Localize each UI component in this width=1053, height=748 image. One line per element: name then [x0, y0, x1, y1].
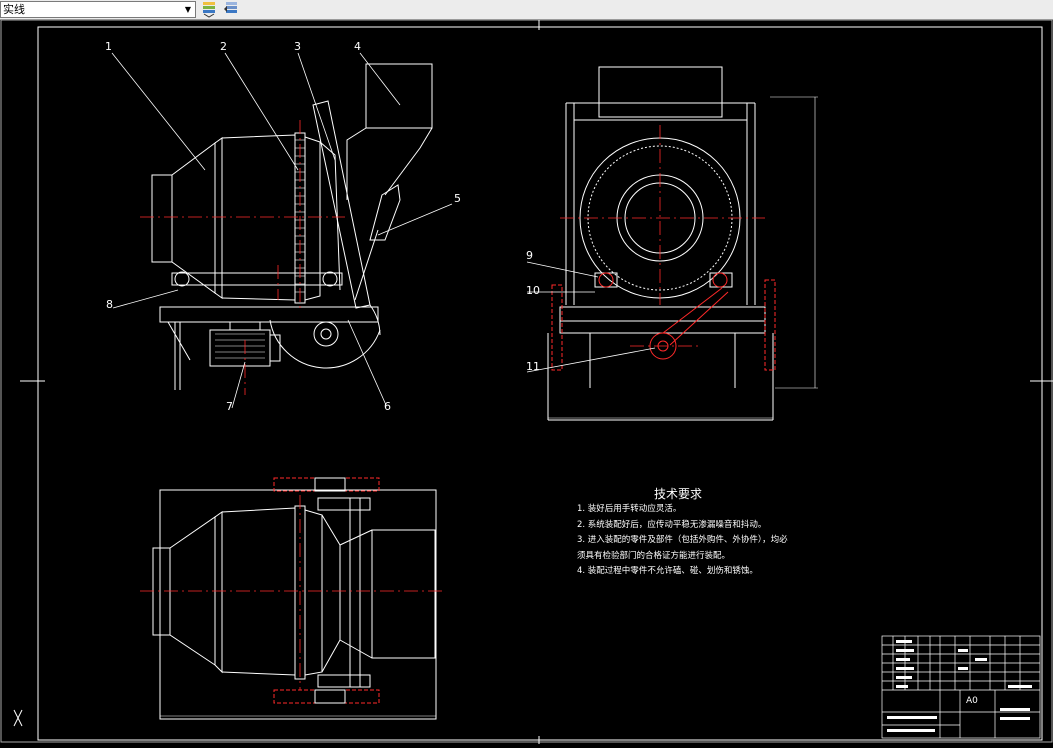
- sheet-inner-border: [37, 26, 1043, 741]
- balloon-4: 4: [354, 40, 361, 53]
- balloon-5: 5: [454, 192, 461, 205]
- ucs-icon: [13, 709, 23, 727]
- balloon-2: 2: [220, 40, 227, 53]
- requirement-item: 2. 系统装配好后，应传动平稳无渗漏噪音和抖动。: [577, 519, 767, 530]
- balloon-labels: 1 2 3 4 5 6 7 8 9 10 11: [105, 40, 540, 413]
- balloon-3: 3: [294, 40, 301, 53]
- requirement-item: 1. 装好后用手转动应灵活。: [577, 504, 682, 514]
- technical-requirements-title: 技术要求: [654, 487, 703, 501]
- top-view: [140, 477, 445, 720]
- drawing-canvas[interactable]: 1 2 3 4 5 6 7 8 9 10 11 技术要求 1. 装好后用手转动应…: [0, 19, 1053, 744]
- balloon-1: 1: [105, 40, 112, 53]
- layer-state-button[interactable]: [200, 1, 218, 18]
- layer-dropdown[interactable]: 实线 ▼: [0, 1, 196, 18]
- layer-dropdown-value: 实线: [3, 3, 25, 16]
- requirement-item: 须具有检验部门的合格证方能进行装配。: [577, 550, 731, 561]
- balloon-8: 8: [106, 298, 113, 311]
- layer-previous-button[interactable]: [222, 1, 240, 18]
- cad-drawing: 1 2 3 4 5 6 7 8 9 10 11: [0, 19, 1053, 744]
- title-block: [881, 635, 1041, 739]
- requirement-item: 4. 装配过程中零件不允许磕、碰、划伤和锈蚀。: [577, 566, 758, 576]
- layer-previous-icon: [224, 2, 237, 13]
- balloon-6: 6: [384, 400, 391, 413]
- balloon-10: 10: [526, 284, 540, 297]
- balloon-9: 9: [526, 249, 533, 262]
- front-view: [111, 52, 453, 409]
- sheet-outer-border: [0, 19, 1053, 743]
- balloon-11: 11: [526, 360, 540, 373]
- layer-state-icon: [203, 2, 215, 18]
- sheet-size-label: A0: [966, 696, 978, 706]
- requirement-item: 3. 进入装配的零件及部件（包括外购件、外协件），均必: [577, 535, 788, 545]
- chevron-down-icon[interactable]: ▼: [182, 3, 194, 16]
- side-view: [526, 66, 818, 421]
- technical-requirements-list: 1. 装好后用手转动应灵活。 2. 系统装配好后，应传动平稳无渗漏噪音和抖动。 …: [577, 502, 827, 580]
- layer-toolbar: 实线 ▼: [0, 0, 1053, 20]
- balloon-7: 7: [226, 400, 233, 413]
